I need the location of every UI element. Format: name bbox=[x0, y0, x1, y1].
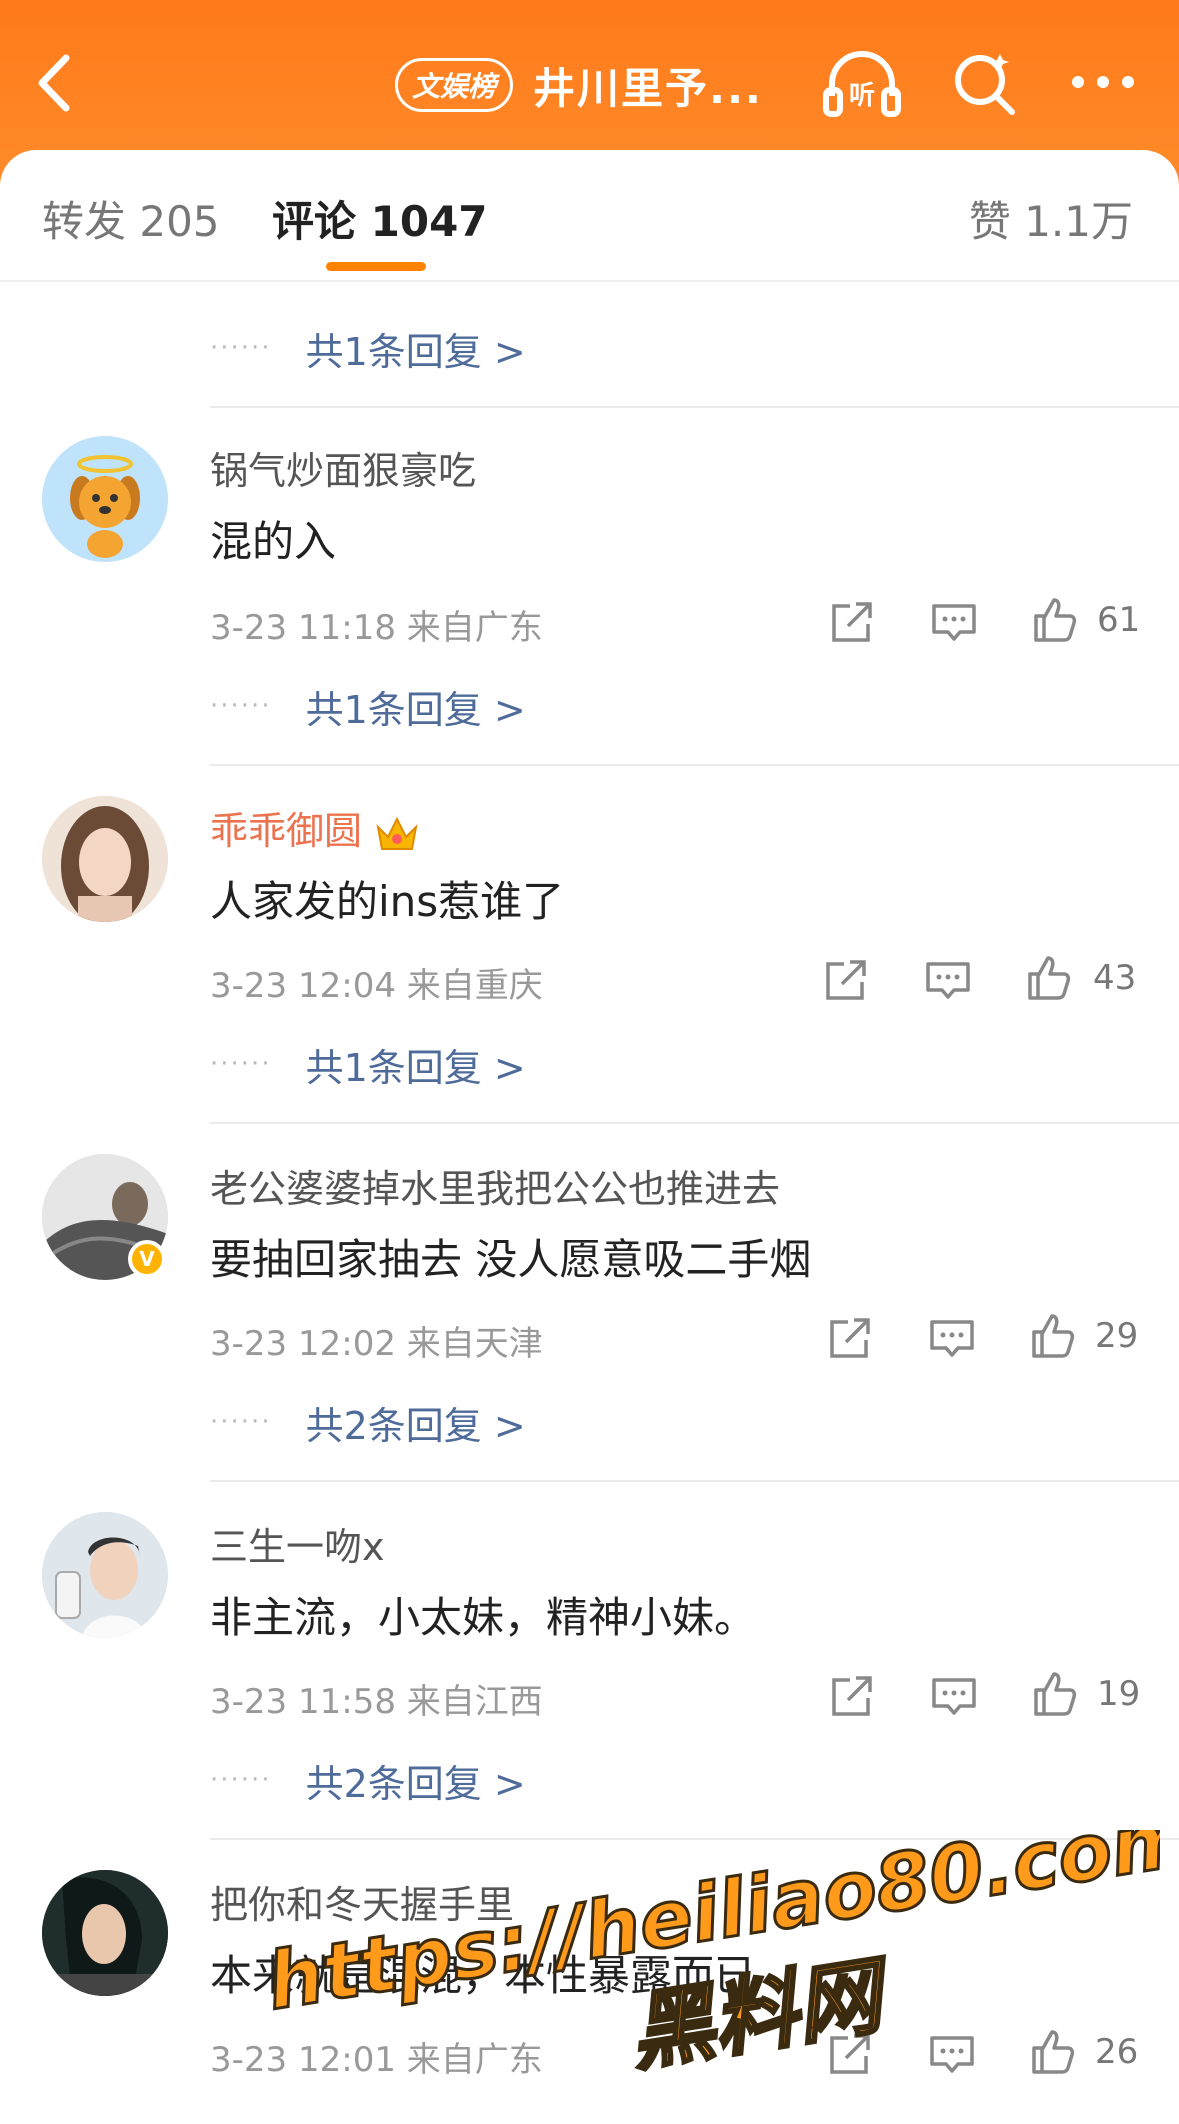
comment-location: 来自广东 bbox=[406, 608, 543, 648]
like-thumb-icon[interactable] bbox=[1028, 1312, 1076, 1360]
comment-username[interactable]: 锅气炒面狠豪吃 bbox=[210, 440, 476, 495]
avatar[interactable] bbox=[42, 796, 168, 922]
verified-badge-icon: V bbox=[128, 1240, 166, 1278]
comment-meta: 3-23 12:04 来自重庆 bbox=[210, 958, 543, 1007]
comment-time: 3-23 11:18 bbox=[210, 608, 396, 648]
illustrated-avatar-image bbox=[42, 1870, 168, 1996]
page-title: 井川里予... bbox=[533, 63, 763, 113]
like-count: 61 bbox=[1097, 600, 1141, 640]
like-count: 26 bbox=[1095, 2032, 1139, 2072]
avatar[interactable] bbox=[42, 1512, 168, 1638]
content-panel bbox=[0, 150, 1179, 2124]
tabs-divider bbox=[0, 280, 1179, 282]
header-title-group[interactable]: 文娱榜 井川里予... bbox=[395, 55, 763, 115]
comment-icon[interactable] bbox=[928, 2030, 976, 2078]
comment-meta: 3-23 11:58 来自江西 bbox=[210, 1674, 543, 1723]
headphones-listen-icon[interactable]: 听 bbox=[822, 48, 902, 118]
comment-icon[interactable] bbox=[924, 956, 972, 1004]
comment-time: 3-23 12:04 bbox=[210, 966, 396, 1006]
comment-text: 混的入 bbox=[210, 517, 337, 566]
reply-dots: ······ bbox=[210, 691, 272, 721]
tab-repost[interactable]: 转发 205 bbox=[42, 188, 220, 249]
comment-divider bbox=[210, 1122, 1179, 1124]
active-tab-indicator bbox=[326, 262, 426, 271]
comment-username[interactable]: 乖乖御圆 bbox=[210, 800, 420, 855]
share-icon[interactable] bbox=[828, 1672, 876, 1720]
like-count: 43 bbox=[1093, 958, 1137, 998]
vip-username-text: 乖乖御圆 bbox=[210, 809, 363, 853]
comment-username[interactable]: 三生一吻x bbox=[210, 1516, 385, 1571]
comment-text: 人家发的ins惹谁了 bbox=[210, 877, 565, 926]
reply-count-link[interactable]: 共1条回复 > bbox=[306, 321, 526, 376]
comment-text: 本来就是混混，本性暴露而已 bbox=[210, 1951, 757, 2000]
comment-text: 非主流，小太妹，精神小妹。 bbox=[210, 1593, 757, 1642]
comment-divider bbox=[210, 1480, 1179, 1482]
like-thumb-icon[interactable] bbox=[1030, 596, 1078, 644]
tab-bar: 转发 205 评论 1047 赞 1.1万 bbox=[0, 150, 1179, 282]
comment-time: 3-23 12:02 bbox=[210, 1324, 396, 1364]
crown-badge-icon bbox=[376, 816, 418, 850]
reply-link-row[interactable]: ······ 共1条回复 > bbox=[210, 676, 526, 736]
dog-avatar-image bbox=[42, 436, 168, 562]
share-icon[interactable] bbox=[826, 1314, 874, 1362]
reply-link-row[interactable]: ······ 共1条回复 > bbox=[210, 318, 526, 378]
entertainment-rank-tag: 文娱榜 bbox=[395, 58, 514, 112]
like-thumb-icon[interactable] bbox=[1030, 1670, 1078, 1718]
reply-count-link[interactable]: 共1条回复 > bbox=[306, 1037, 526, 1092]
comment-divider bbox=[210, 406, 1179, 408]
comment-meta: 3-23 12:02 来自天津 bbox=[210, 1316, 543, 1365]
share-icon[interactable] bbox=[826, 2030, 874, 2078]
share-icon[interactable] bbox=[828, 598, 876, 646]
reply-count-link[interactable]: 共2条回复 > bbox=[306, 1395, 526, 1450]
reply-dots: ······ bbox=[210, 1765, 272, 1795]
reply-dots: ······ bbox=[210, 1407, 272, 1437]
share-icon[interactable] bbox=[822, 956, 870, 1004]
tab-like[interactable]: 赞 1.1万 bbox=[969, 188, 1133, 249]
reply-dots: ······ bbox=[210, 333, 272, 363]
reply-dots: ······ bbox=[210, 1049, 272, 1079]
comment-location: 来自重庆 bbox=[406, 966, 543, 1006]
comment-time: 3-23 11:58 bbox=[210, 1682, 396, 1722]
avatar[interactable] bbox=[42, 1870, 168, 1996]
comment-username[interactable]: 把你和冬天握手里 bbox=[210, 1874, 514, 1929]
comment-divider bbox=[210, 1838, 1179, 1840]
reply-link-row[interactable]: ······ 共2条回复 > bbox=[210, 1392, 526, 1452]
avatar[interactable] bbox=[42, 436, 168, 562]
tab-comment[interactable]: 评论 1047 bbox=[272, 188, 488, 249]
back-arrow-icon[interactable] bbox=[30, 48, 80, 118]
comment-location: 来自江西 bbox=[406, 1682, 543, 1722]
portrait-avatar-image bbox=[42, 796, 168, 922]
comment-icon[interactable] bbox=[928, 1314, 976, 1362]
like-count: 29 bbox=[1095, 1316, 1139, 1356]
reply-link-row[interactable]: ······ 共1条回复 > bbox=[210, 1034, 526, 1094]
comment-meta: 3-23 11:18 来自广东 bbox=[210, 600, 543, 649]
selfie-avatar-image bbox=[42, 1512, 168, 1638]
comment-location: 来自天津 bbox=[406, 1324, 543, 1364]
comment-icon[interactable] bbox=[930, 1672, 978, 1720]
comment-text: 要抽回家抽去 没人愿意吸二手烟 bbox=[210, 1235, 812, 1284]
like-thumb-icon[interactable] bbox=[1024, 954, 1072, 1002]
reply-link-row[interactable]: ······ 共2条回复 > bbox=[210, 1750, 526, 1810]
search-icon[interactable] bbox=[950, 48, 1020, 118]
comment-username[interactable]: 老公婆婆掉水里我把公公也推进去 bbox=[210, 1158, 780, 1213]
comment-icon[interactable] bbox=[930, 598, 978, 646]
svg-text:听: 听 bbox=[849, 81, 875, 111]
like-count: 19 bbox=[1097, 1674, 1141, 1714]
like-thumb-icon[interactable] bbox=[1028, 2028, 1076, 2076]
comment-meta: 3-23 12:01 来自广东 bbox=[210, 2032, 543, 2081]
more-icon[interactable] bbox=[1068, 72, 1138, 92]
reply-count-link[interactable]: 共1条回复 > bbox=[306, 679, 526, 734]
comment-location: 来自广东 bbox=[406, 2040, 543, 2080]
comment-time: 3-23 12:01 bbox=[210, 2040, 396, 2080]
comment-divider bbox=[210, 764, 1179, 766]
reply-count-link[interactable]: 共2条回复 > bbox=[306, 1753, 526, 1808]
